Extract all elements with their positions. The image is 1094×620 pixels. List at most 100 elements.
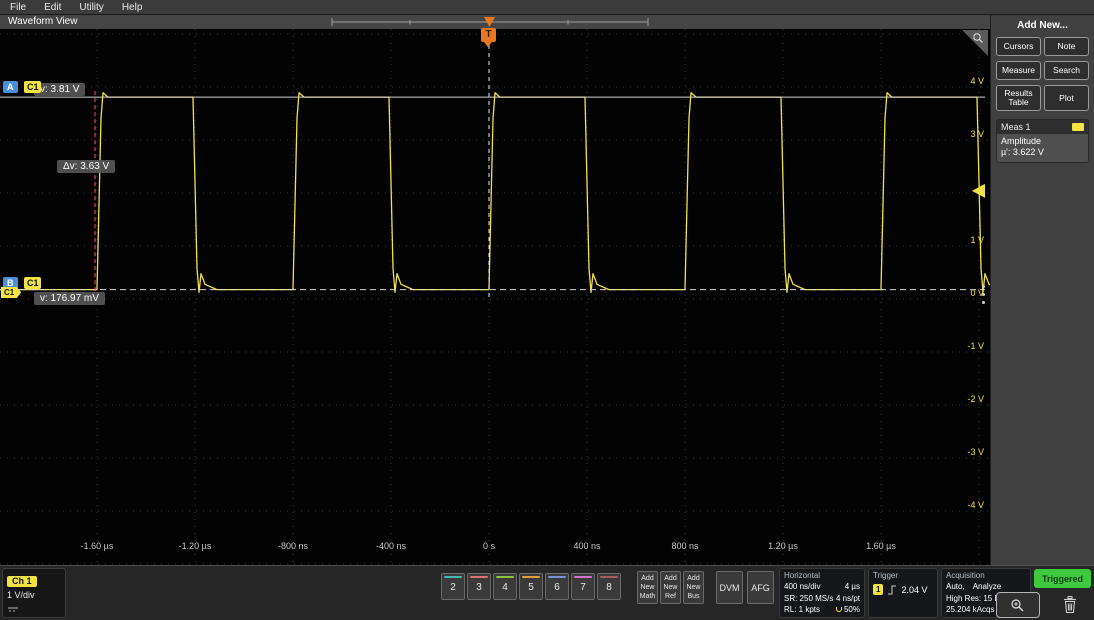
- horizontal-value: RL: 1 kpts: [784, 604, 820, 616]
- zoom-magnifier-icon: [1010, 598, 1026, 613]
- measurement-kind: Amplitude: [1001, 136, 1084, 147]
- acquisition-row: Auto, Analyze: [946, 581, 1026, 593]
- add-new-math-button[interactable]: AddNewMath: [637, 571, 658, 604]
- waveform-display[interactable]: v: 3.81 V Δv: 3.63 V v: 176.97 mV A C1 B…: [0, 29, 990, 565]
- measurement-header: Meas 1: [997, 120, 1088, 134]
- afg-button[interactable]: AFG: [747, 571, 774, 604]
- cursor-a-badge[interactable]: A: [3, 81, 18, 93]
- button-label-line: Add: [661, 574, 680, 583]
- y-axis-label: 3 V: [944, 129, 984, 139]
- add-new-cursors-button[interactable]: Cursors: [996, 37, 1041, 56]
- channel-number: 7: [572, 578, 594, 597]
- channel-2-button[interactable]: 2: [441, 573, 465, 600]
- y-axis-label: -2 V: [944, 394, 984, 404]
- button-label-line: Add: [684, 574, 703, 583]
- trash-button[interactable]: [1054, 591, 1086, 618]
- trash-icon: [1062, 595, 1078, 614]
- channel-7-button[interactable]: 7: [571, 573, 595, 600]
- button-label-line: Math: [638, 592, 657, 601]
- settings-bar: Ch 1 1 V/div 100 MHz DVM AFG Horizontal …: [0, 565, 1094, 620]
- cursor-a-readout: v: 3.81 V: [34, 83, 85, 96]
- button-label-line: Add: [638, 574, 657, 583]
- cursor-a-source-badge[interactable]: C1: [24, 81, 42, 93]
- x-axis-label: 0 s: [454, 541, 524, 551]
- cursor-b-readout: v: 176.97 mV: [34, 292, 105, 305]
- x-axis-label: -1.60 µs: [62, 541, 132, 551]
- x-axis-label: -400 ns: [356, 541, 426, 551]
- cursor-b-source-badge[interactable]: C1: [24, 277, 42, 289]
- add-new-ref-button[interactable]: AddNewRef: [660, 571, 681, 604]
- trigger-source-chip[interactable]: 1: [873, 584, 883, 595]
- add-new-search-button[interactable]: Search: [1044, 61, 1089, 80]
- horizontal-badge[interactable]: Horizontal 400 ns/div4 µsSR: 250 MS/s4 n…: [779, 568, 865, 618]
- button-label-line: New: [638, 583, 657, 592]
- y-axis-label: 1 V: [944, 235, 984, 245]
- add-new-measure-button[interactable]: Measure: [996, 61, 1041, 80]
- horizontal-row: SR: 250 MS/s4 ns/pt: [784, 593, 860, 605]
- menu-utility[interactable]: Utility: [79, 0, 103, 15]
- trigger-level-value: 2.04 V: [901, 585, 927, 595]
- horizontal-rows: 400 ns/div4 µsSR: 250 MS/s4 ns/ptRL: 1 k…: [784, 581, 860, 616]
- channel-number: 2: [442, 578, 464, 597]
- acquisition-value: Auto,: [946, 581, 965, 593]
- trigger-settings-row: 1 2.04 V: [873, 584, 933, 595]
- cursor-a-badges[interactable]: A C1: [3, 81, 41, 99]
- measurement-body: Amplitude µ': 3.622 V: [997, 134, 1088, 162]
- horizontal-value: 4 ns/pt: [836, 593, 860, 605]
- horizontal-row: 400 ns/div4 µs: [784, 581, 860, 593]
- y-axis-label: 0 V: [944, 288, 984, 298]
- ch1-waveform-trace: [0, 93, 990, 292]
- channel-8-button[interactable]: 8: [597, 573, 621, 600]
- measurement-badge[interactable]: Meas 1 Amplitude µ': 3.622 V: [996, 119, 1089, 163]
- channel-1-badge[interactable]: Ch 1 1 V/div 100 MHz: [2, 568, 66, 618]
- menu-edit[interactable]: Edit: [44, 0, 61, 15]
- acquisition-value: Analyze: [973, 581, 1001, 593]
- waveform-view-header[interactable]: Waveform View: [0, 15, 990, 29]
- channel-3-button[interactable]: 3: [467, 573, 491, 600]
- x-axis-label: -1.20 µs: [160, 541, 230, 551]
- trigger-flag[interactable]: T: [481, 28, 496, 42]
- button-label-line: Bus: [684, 592, 703, 601]
- add-new-results-table-button[interactable]: Results Table: [996, 85, 1041, 111]
- menu-file[interactable]: File: [10, 0, 26, 15]
- channel-6-button[interactable]: 6: [545, 573, 569, 600]
- dvm-button[interactable]: DVM: [716, 571, 743, 604]
- coupling-icon: [7, 606, 19, 613]
- x-axis-label: 1.20 µs: [748, 541, 818, 551]
- add-new-bus-button[interactable]: AddNewBus: [683, 571, 704, 604]
- right-sidebar: Add New... Meas 1 Amplitude µ': 3.622 V …: [990, 15, 1094, 565]
- waveform-view-title: Waveform View: [8, 15, 77, 29]
- horizontal-value: 400 ns/div: [784, 581, 820, 593]
- trigger-badge[interactable]: Trigger 1 2.04 V: [868, 568, 938, 618]
- x-axis-label: -800 ns: [258, 541, 328, 551]
- y-axis-label: -1 V: [944, 341, 984, 351]
- channel-1-scale: 1 V/div: [7, 590, 61, 600]
- waveform-canvas: [0, 29, 990, 565]
- x-axis-label: 400 ns: [552, 541, 622, 551]
- trigger-title: Trigger: [873, 570, 933, 581]
- measurement-source-chip: [1072, 123, 1084, 131]
- y-axis-label: 4 V: [944, 76, 984, 86]
- add-new-title: Add New...: [991, 20, 1094, 31]
- add-new-note-button[interactable]: Note: [1044, 37, 1089, 56]
- measurement-name: Meas 1: [1001, 122, 1031, 132]
- channel-1-label[interactable]: Ch 1: [7, 576, 37, 587]
- channel-5-button[interactable]: 5: [519, 573, 543, 600]
- channel-number: 3: [468, 578, 490, 597]
- position-indicator-icon: [836, 607, 842, 612]
- channel-4-button[interactable]: 4: [493, 573, 517, 600]
- x-axis-label: 800 ns: [650, 541, 720, 551]
- channel-number: 6: [546, 578, 568, 597]
- button-label-line: Ref: [661, 592, 680, 601]
- add-new-plot-button[interactable]: Plot: [1044, 85, 1089, 111]
- y-axis-label: -4 V: [944, 500, 984, 510]
- button-label-line: New: [661, 583, 680, 592]
- channel-number: 5: [520, 578, 542, 597]
- zoom-overview-button[interactable]: [996, 592, 1040, 618]
- oscilloscope-app: File Edit Utility Help Waveform View v: 3.8…: [0, 0, 1094, 620]
- measurement-value: µ': 3.622 V: [1001, 147, 1084, 158]
- button-label-line: New: [684, 583, 703, 592]
- horizontal-value: SR: 250 MS/s: [784, 593, 833, 605]
- panel-splitter-handle[interactable]: [982, 285, 985, 309]
- menu-help[interactable]: Help: [122, 0, 143, 15]
